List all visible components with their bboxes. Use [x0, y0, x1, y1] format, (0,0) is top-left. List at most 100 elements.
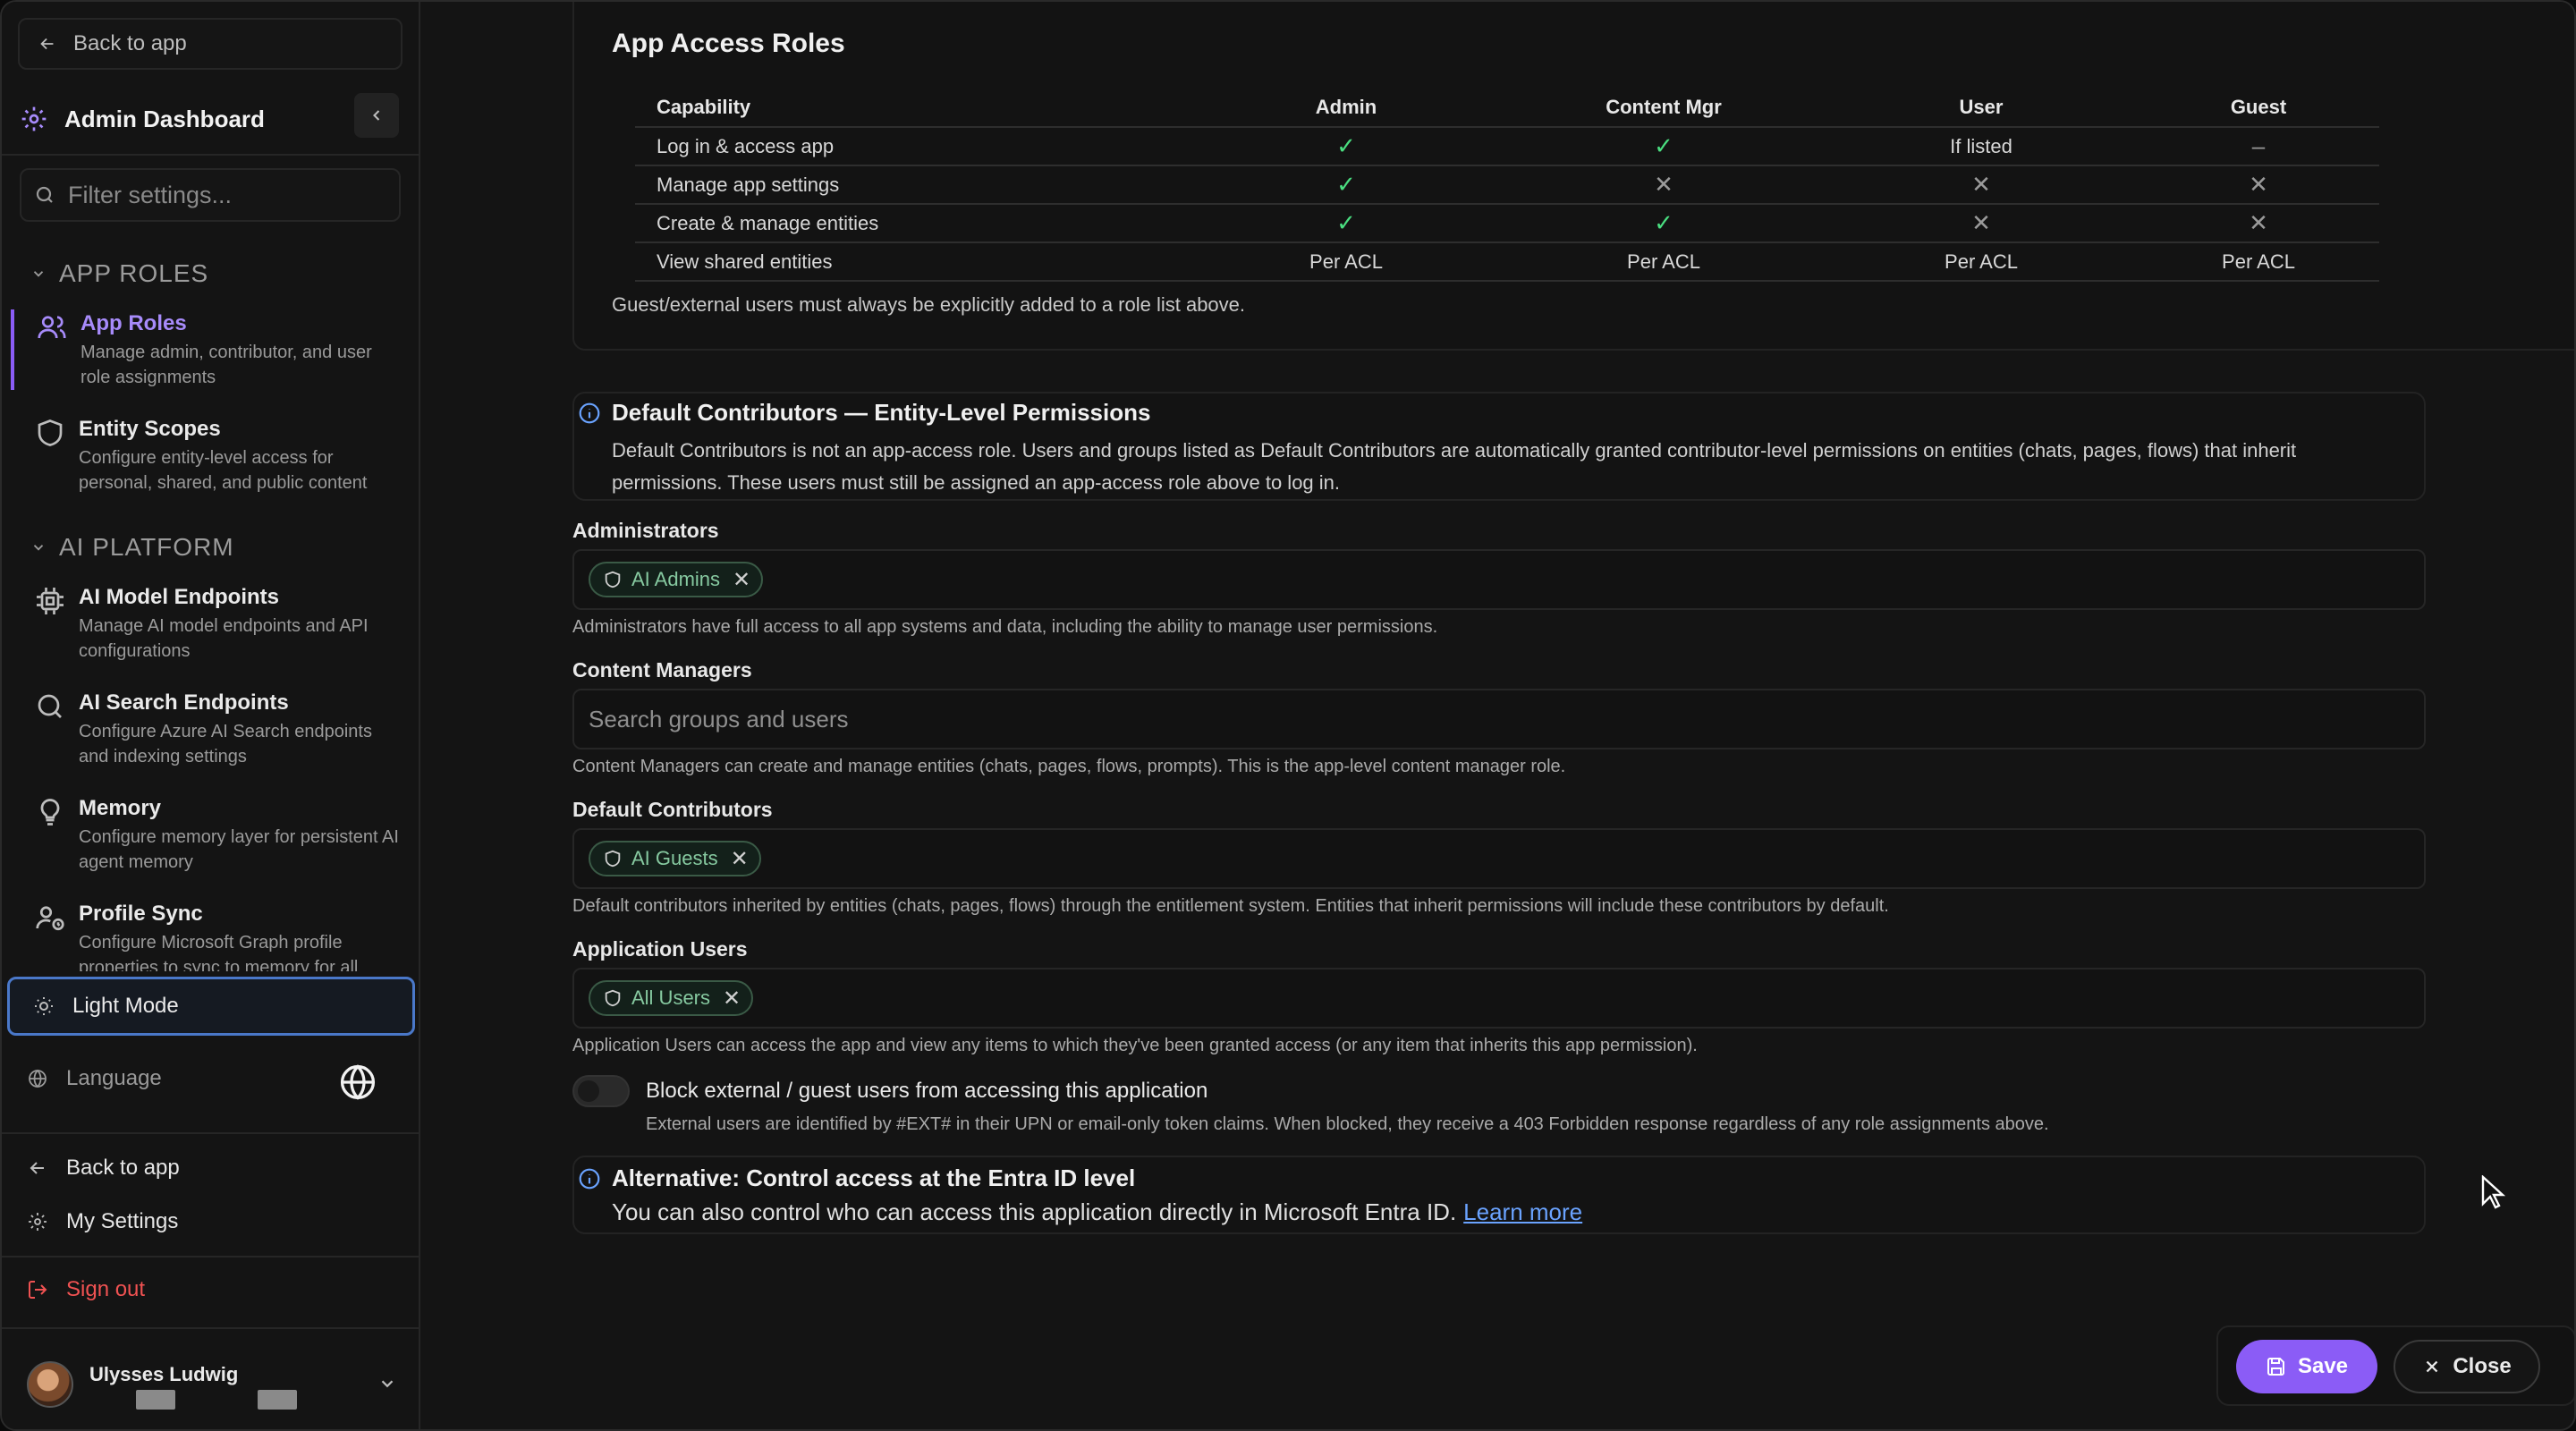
block-external-users-desc: External users are identified by #EXT# i…	[646, 1114, 2049, 1134]
table-cell: ✕	[1825, 165, 2138, 205]
default-contributors-info-body: Default Contributors is not an app-acces…	[612, 439, 2297, 494]
my-settings-button[interactable]: My Settings	[27, 1209, 178, 1234]
default-contributors-help: Default contributors inherited by entiti…	[572, 896, 1889, 916]
table-header-row: Capability Admin Content Mgr User Guest	[635, 88, 2379, 128]
default-contributors-field[interactable]: AI Guests ✕	[572, 828, 2426, 889]
table-cell: Per ACL	[1190, 242, 1503, 282]
sidebar-divider	[2, 1327, 419, 1329]
chevron-down-icon	[33, 271, 44, 277]
sign-out-button[interactable]: Sign out	[27, 1277, 145, 1302]
save-button[interactable]: Save	[2236, 1340, 2377, 1393]
table-cell: Manage app settings	[635, 165, 1190, 205]
save-label: Save	[2297, 1354, 2349, 1378]
remove-chip-icon[interactable]: ✕	[733, 567, 750, 593]
shield-icon	[605, 989, 621, 1007]
main-content: App Access Roles Capability Admin Conten…	[422, 2, 2574, 1429]
sidebar-item-memory[interactable]: Memory Configure memory layer for persis…	[13, 794, 406, 875]
sidebar: Back to app Admin Dashboard APP ROLES Ap…	[2, 2, 420, 1429]
sidebar-item-desc: Manage admin, contributor, and user role…	[80, 343, 372, 387]
capability-table: Capability Admin Content Mgr User Guest …	[635, 88, 2379, 282]
user-sync-icon	[36, 906, 64, 931]
sidebar-item-entity-scopes[interactable]: Entity Scopes Configure entity-level acc…	[13, 415, 406, 495]
chip-label: AI Guests	[631, 847, 718, 869]
sidebar-item-ai-model-endpoints[interactable]: AI Model Endpoints Manage AI model endpo…	[13, 583, 406, 664]
redacted-block	[136, 1390, 175, 1410]
table-cell: Per ACL	[1503, 242, 1825, 282]
sidebar-scroll-clip: Profile Sync Configure Microsoft Graph p…	[2, 896, 419, 971]
sidebar-item-label: AI Model Endpoints	[79, 585, 279, 609]
sidebar-item-desc: Configure Microsoft Graph profile proper…	[79, 933, 359, 971]
sun-icon	[35, 997, 53, 1015]
sidebar-title: Admin Dashboard	[64, 105, 265, 132]
x-icon: ✕	[2249, 171, 2268, 198]
close-button[interactable]: Close	[2394, 1340, 2540, 1393]
info-icon	[579, 402, 600, 423]
close-label: Close	[2453, 1354, 2512, 1378]
check-icon: ✓	[1654, 132, 1674, 159]
content-managers-field[interactable]	[572, 689, 2426, 749]
roles-note: Guest/external users must always be expl…	[612, 293, 1246, 316]
table-cell: ✓	[1503, 127, 1825, 166]
globe-icon	[29, 1069, 47, 1088]
sidebar-item-label: App Roles	[80, 311, 187, 335]
language-globe-icon[interactable]	[338, 1063, 377, 1102]
filter-settings-input[interactable]	[68, 181, 390, 209]
chevron-down-icon	[381, 1380, 394, 1388]
light-mode-label: Light Mode	[72, 994, 179, 1018]
table-row: View shared entities Per ACL Per ACL Per…	[635, 242, 2379, 282]
application-users-field[interactable]: All Users ✕	[572, 968, 2426, 1029]
table-cell: Per ACL	[2138, 242, 2379, 282]
redacted-block	[258, 1390, 297, 1410]
block-external-users-toggle[interactable]	[572, 1075, 630, 1107]
filter-settings-field[interactable]	[20, 168, 401, 222]
x-icon: ✕	[1971, 171, 1991, 198]
light-mode-toggle[interactable]: Light Mode	[7, 977, 415, 1036]
user-menu[interactable]: Ulysses Ludwig	[27, 1358, 402, 1411]
entra-alternative-text: You can also control who can access this…	[612, 1198, 1457, 1225]
sidebar-divider	[2, 1132, 419, 1134]
learn-more-link[interactable]: Learn more	[1463, 1198, 1582, 1225]
cpu-icon	[37, 588, 64, 614]
column-header: Admin	[1190, 88, 1503, 128]
back-to-app-bottom-button[interactable]: Back to app	[27, 1156, 180, 1181]
section-ai-platform-title: AI PLATFORM	[59, 533, 234, 561]
application-users-help: Application Users can access the app and…	[572, 1036, 1698, 1055]
administrators-field[interactable]: AI Admins ✕	[572, 549, 2426, 610]
content-managers-help: Content Managers can create and manage e…	[572, 757, 1566, 776]
language-row[interactable]: Language	[27, 1066, 162, 1091]
search-icon	[36, 186, 53, 203]
administrators-help: Administrators have full access to all a…	[572, 617, 1438, 637]
sidebar-item-ai-search-endpoints[interactable]: AI Search Endpoints Configure Azure AI S…	[13, 689, 406, 769]
sidebar-item-label: Profile Sync	[79, 902, 203, 926]
my-settings-label: My Settings	[66, 1209, 179, 1233]
sidebar-item-profile-sync[interactable]: Profile Sync Configure Microsoft Graph p…	[13, 900, 406, 971]
save-icon	[2267, 1358, 2284, 1376]
x-icon: ✕	[1971, 209, 1991, 236]
table-cell: –	[2138, 127, 2379, 166]
content-managers-label: Content Managers	[572, 658, 752, 682]
check-icon: ✓	[1654, 209, 1674, 236]
shield-icon	[605, 850, 621, 868]
section-app-roles-toggle[interactable]: APP ROLES	[30, 259, 208, 288]
table-cell: ✓	[1190, 165, 1503, 205]
gear-icon	[29, 1213, 47, 1231]
column-header: Capability	[635, 88, 1190, 128]
section-ai-platform-toggle[interactable]: AI PLATFORM	[30, 533, 234, 562]
column-header: User	[1825, 88, 2138, 128]
app-access-roles-title: App Access Roles	[612, 29, 845, 58]
collapse-sidebar-button[interactable]	[354, 93, 399, 138]
remove-chip-icon[interactable]: ✕	[731, 846, 749, 872]
remove-chip-icon[interactable]: ✕	[723, 986, 741, 1012]
sidebar-item-app-roles[interactable]: App Roles Manage admin, contributor, and…	[11, 309, 404, 390]
ai-guests-chip: AI Guests ✕	[589, 841, 761, 876]
check-icon: ✓	[1336, 171, 1356, 198]
app-window: Back to app Admin Dashboard APP ROLES Ap…	[0, 0, 2576, 1431]
table-cell: If listed	[1825, 127, 2138, 166]
sidebar-item-label: AI Search Endpoints	[79, 690, 289, 715]
shield-icon	[38, 419, 63, 446]
check-icon: ✓	[1336, 132, 1356, 159]
chip-label: All Users	[631, 986, 711, 1009]
back-to-app-top-button[interactable]: Back to app	[18, 18, 402, 70]
content-managers-search-input[interactable]	[589, 705, 2288, 733]
default-contributors-info-title: Default Contributors — Entity-Level Perm…	[612, 399, 1151, 426]
